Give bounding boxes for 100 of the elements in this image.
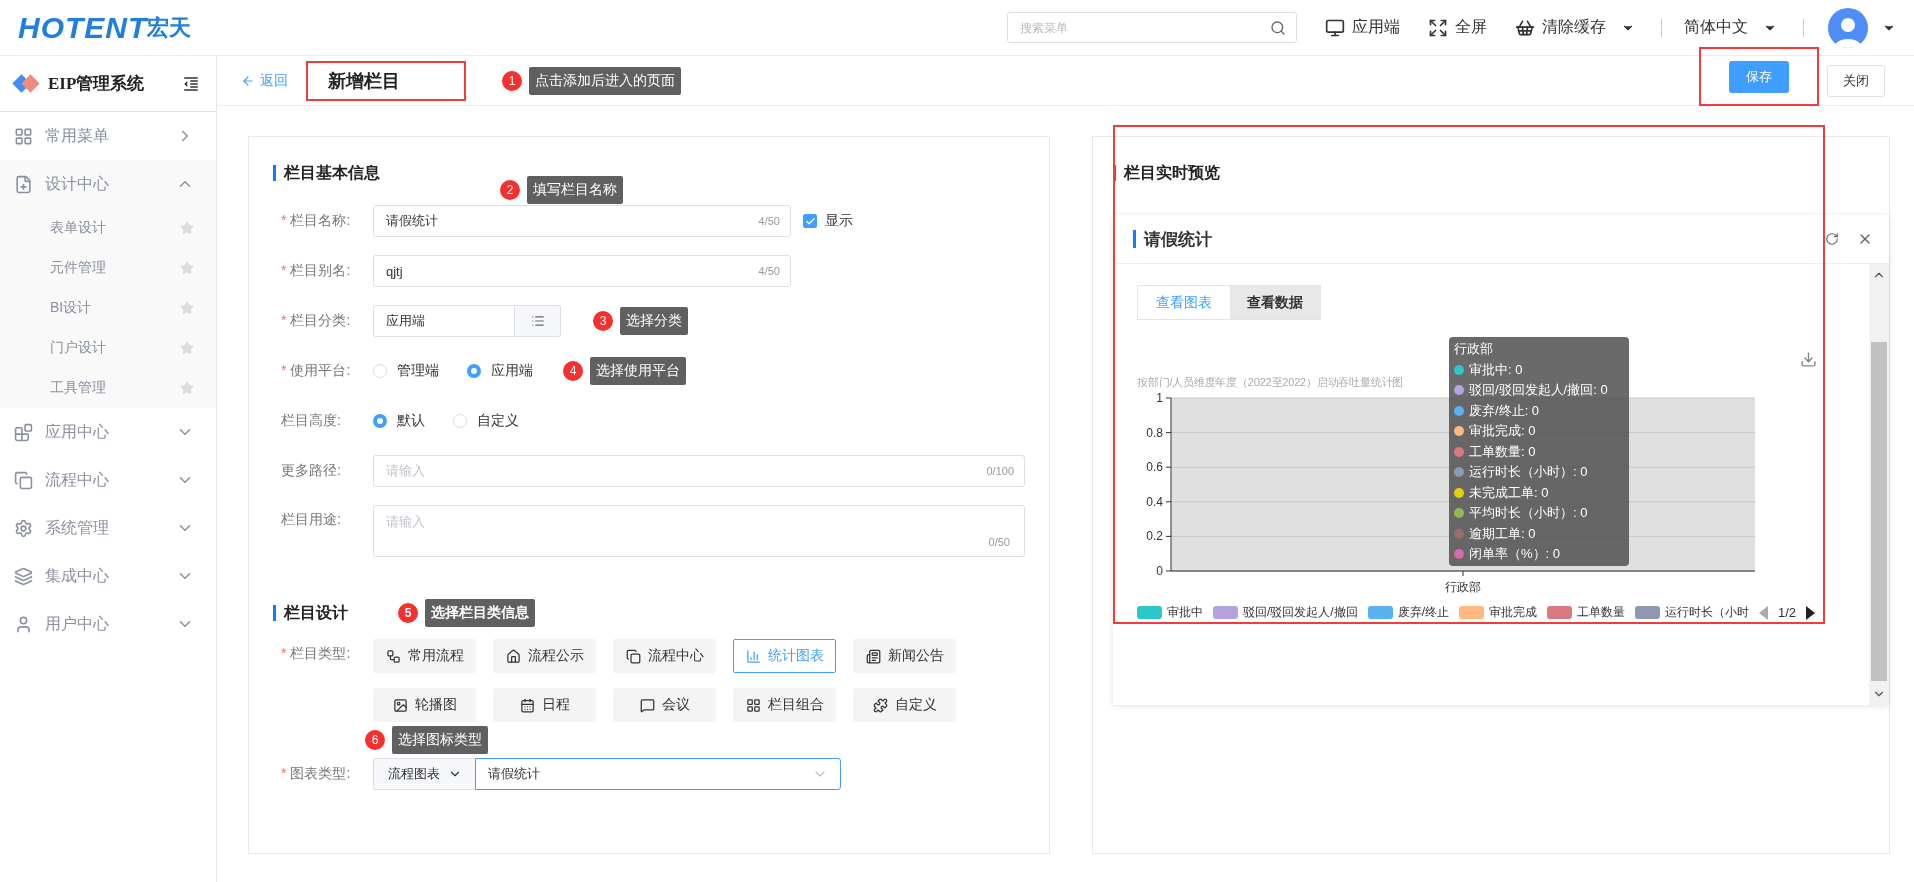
brand-logo: HOTENT <box>18 10 148 45</box>
flow-icon <box>385 648 401 664</box>
header-action[interactable]: 全屏 <box>1428 17 1487 38</box>
header-action[interactable]: 应用端 <box>1325 17 1400 38</box>
step-badge: 6 <box>365 730 385 750</box>
message-icon <box>639 697 655 713</box>
tooltip-item: 逾期工单: 0 <box>1469 524 1536 543</box>
house-icon <box>505 648 521 664</box>
star-icon[interactable] <box>180 261 194 275</box>
type-option[interactable]: 流程中心 <box>613 639 716 673</box>
step-badge: 5 <box>398 603 418 623</box>
page-title: 新增栏目 <box>328 69 400 93</box>
tooltip-item: 审批中: 0 <box>1469 360 1523 379</box>
step-badge: 3 <box>593 311 613 331</box>
radio-option[interactable]: 默认 <box>373 412 425 430</box>
brand-name: 宏天 <box>147 13 192 42</box>
tooltip-item: 工单数量: 0 <box>1469 442 1536 461</box>
expand-icon <box>1428 17 1448 38</box>
type-option[interactable]: 会议 <box>613 688 716 722</box>
x-tick-label: 行政部 <box>1445 580 1481 594</box>
text-field[interactable]: qjtj 4/50 <box>373 255 791 287</box>
copy-icon <box>14 470 33 490</box>
field-label: * 栏目类型: <box>281 644 352 663</box>
basket-icon <box>1515 17 1535 38</box>
type-option[interactable]: 常用流程 <box>373 639 476 673</box>
arrow-left-icon <box>241 73 255 88</box>
field-label: * 栏目名称: <box>281 212 352 230</box>
tab[interactable]: 查看数据 <box>1230 286 1320 319</box>
radio-option[interactable]: 管理端 <box>373 362 439 380</box>
section-title: 栏目实时预览 <box>1124 162 1220 183</box>
search-field[interactable]: 搜索菜单 <box>1007 12 1297 43</box>
show-checkbox[interactable]: 显示 <box>803 212 853 230</box>
step-badge: 4 <box>563 361 583 381</box>
refresh-icon[interactable] <box>1825 232 1839 246</box>
grid-icon <box>745 697 761 713</box>
puzzle-icon <box>872 697 888 713</box>
type-option[interactable]: 流程公示 <box>493 639 596 673</box>
collapse-icon[interactable] <box>182 74 200 93</box>
type-option[interactable]: 新闻公告 <box>853 639 956 673</box>
tooltip-item: 审批完成: 0 <box>1469 422 1536 440</box>
field-label: * 栏目分类: <box>281 312 352 330</box>
next-page-icon[interactable] <box>1806 605 1816 620</box>
type-option[interactable]: 轮播图 <box>373 688 476 722</box>
radio-option[interactable]: 应用端 <box>467 362 533 380</box>
category-field[interactable]: 应用端 <box>373 305 515 337</box>
legend-item[interactable]: 运行时长（小时 <box>1635 604 1749 621</box>
tooltip-item: 平均时长（小时）: 0 <box>1469 504 1588 522</box>
star-icon[interactable] <box>180 301 194 315</box>
legend-item[interactable]: 审批中 <box>1137 604 1203 621</box>
y-tick-label: 1 <box>1156 391 1163 405</box>
chart-select[interactable]: 请假统计 <box>475 758 841 790</box>
widget-title: 请假统计 <box>1144 228 1213 251</box>
type-option[interactable]: 栏目组合 <box>733 688 836 722</box>
search-icon <box>1270 19 1286 36</box>
star-icon[interactable] <box>180 381 194 395</box>
bar-chart-icon <box>745 648 761 664</box>
step-badge: 1 <box>502 70 522 91</box>
blocks-icon <box>14 422 33 442</box>
tooltip-item: 驳回/驳回发起人/撤回: 0 <box>1469 381 1608 399</box>
grid-icon <box>14 126 33 146</box>
legend-item[interactable]: 废弃/终止 <box>1367 604 1449 621</box>
annotation-tooltip: 选择栏目类信息 <box>425 599 535 627</box>
field-label: * 图表类型: <box>281 765 352 783</box>
tooltip-item: 闭单率（%）: 0 <box>1469 545 1561 563</box>
star-icon[interactable] <box>180 341 194 355</box>
type-option[interactable]: 日程 <box>493 688 596 722</box>
layers-icon <box>14 566 33 586</box>
field-label: 栏目用途: <box>281 510 342 529</box>
step-badge: 2 <box>500 180 520 200</box>
legend-item[interactable]: 工单数量 <box>1547 604 1625 621</box>
annotation-tooltip: 选择使用平台 <box>590 357 686 385</box>
check-icon <box>804 215 816 227</box>
scrollbar[interactable] <box>1869 264 1889 705</box>
legend-item[interactable]: 审批完成 <box>1459 604 1537 621</box>
previous-page-icon[interactable] <box>1759 605 1768 620</box>
y-tick-label: 0.4 <box>1146 494 1163 509</box>
user-icon <box>14 614 33 634</box>
annotation-tooltip: 选择图标类型 <box>392 726 488 754</box>
tooltip-item: 运行时长（小时）: 0 <box>1469 463 1588 481</box>
calendar-icon <box>519 697 535 713</box>
picker-button[interactable] <box>515 305 561 337</box>
image-icon <box>392 697 408 713</box>
download-icon[interactable] <box>1800 351 1817 368</box>
annotation-tooltip: 点击添加后进入的页面 <box>529 66 681 95</box>
newspaper-icon <box>865 648 881 664</box>
star-icon[interactable] <box>180 221 194 235</box>
system-title: EIP管理系统 <box>48 73 146 95</box>
user-avatar[interactable] <box>1828 7 1868 48</box>
close-button[interactable]: 关闭 <box>1827 64 1885 97</box>
annotation-tooltip: 填写栏目名称 <box>527 176 623 204</box>
tooltip-title: 行政部 <box>1454 340 1494 358</box>
list-icon <box>530 314 545 328</box>
category-select[interactable]: 流程图表 <box>373 758 475 790</box>
legend-item[interactable]: 驳回/驳回发起人/撤回 <box>1213 604 1358 621</box>
file-plus-icon <box>14 174 33 194</box>
language-select[interactable]: 简体中文 <box>1684 17 1777 38</box>
type-option[interactable]: 自定义 <box>853 688 956 722</box>
radio-option[interactable]: 自定义 <box>453 412 519 430</box>
y-tick-label: 0.2 <box>1146 529 1163 544</box>
header-action[interactable]: 清除缓存 <box>1515 17 1635 38</box>
